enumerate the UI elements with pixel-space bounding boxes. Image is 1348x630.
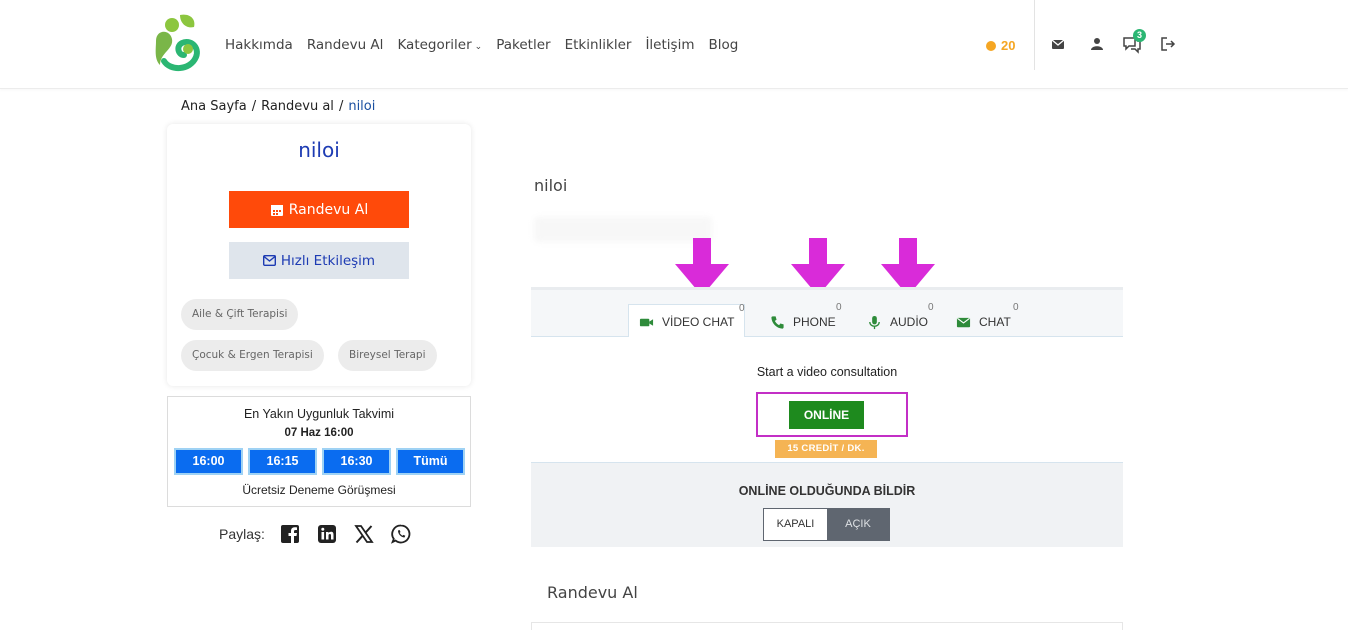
quick-interaction-button[interactable]: Hızlı Etkileşim (229, 242, 409, 279)
nav-item-hakkimda[interactable]: Hakkımda (225, 37, 293, 53)
availability-calendar: En Yakın Uygunluk Takvimi 07 Haz 16:00 1… (167, 396, 471, 507)
toggle-off-option[interactable]: KAPALI (764, 509, 827, 540)
breadcrumb-home[interactable]: Ana Sayfa (181, 99, 247, 114)
logout-icon[interactable] (1158, 34, 1178, 54)
category-tag[interactable]: Bireysel Terapi (338, 340, 437, 371)
credit-balance[interactable]: 20 (986, 38, 1015, 53)
tab-audio-label: AUDİO (890, 315, 929, 329)
appointment-section-frame (531, 622, 1123, 630)
consultation-panel: VİDEO CHAT 0 PHONE 0 AUDİO 0 CHAT 0 Star… (531, 287, 1123, 547)
consultant-title: niloi (534, 176, 568, 195)
site-header: Hakkımda Randevu Al Kategoriler ⌄ Paketle… (0, 0, 1348, 89)
appointment-button-label: Randevu Al (288, 201, 369, 218)
nav-item-paketler[interactable]: Paketler (496, 37, 550, 53)
tab-phone-label: PHONE (793, 315, 836, 329)
credit-rate-badge: 15 CREDİT / DK. (775, 440, 877, 458)
coin-icon (986, 40, 996, 51)
calendar-icon (270, 204, 283, 216)
nav-item-etkinlikler[interactable]: Etkinlikler (565, 37, 632, 53)
time-slot-button[interactable]: 16:15 (248, 448, 317, 475)
breadcrumb-separator: / (251, 99, 257, 114)
profile-name: niloi (298, 138, 340, 162)
availability-date: 07 Haz 16:00 (284, 427, 354, 439)
tab-count: 0 (928, 302, 934, 313)
header-divider (1034, 0, 1035, 70)
nav-item-kategoriler[interactable]: Kategoriler ⌄ (397, 37, 482, 53)
all-slots-button[interactable]: Tümü (396, 448, 465, 475)
logo-icon[interactable] (150, 13, 202, 73)
appointment-section-title: Randevu Al (547, 583, 638, 602)
x-twitter-icon[interactable] (353, 523, 375, 545)
credit-amount: 20 (1001, 38, 1016, 53)
facebook-icon[interactable] (279, 523, 301, 545)
tab-audio[interactable]: AUDİO 0 (867, 302, 934, 340)
main-nav: Hakkımda Randevu Al Kategoriler ⌄ Paketle… (225, 37, 752, 53)
free-trial-note: Ücretsiz Deneme Görüşmesi (242, 483, 396, 497)
tab-chat-label: CHAT (979, 315, 1011, 329)
category-tag[interactable]: Aile & Çift Terapisi (181, 299, 299, 330)
microphone-icon (869, 315, 880, 329)
envelope-icon (956, 317, 971, 327)
envelope-icon (262, 255, 276, 266)
whatsapp-icon[interactable] (390, 523, 412, 545)
chevron-down-icon: ⌄ (474, 42, 483, 52)
share-bar: Paylaş: (219, 523, 427, 545)
online-button[interactable]: ONLİNE (789, 401, 864, 429)
tab-count: 0 (1013, 302, 1019, 313)
consultation-prompt: Start a video consultation (756, 365, 898, 379)
quick-interaction-label: Hızlı Etkileşim (280, 252, 376, 269)
appointment-button[interactable]: Randevu Al (229, 191, 409, 228)
user-icon[interactable] (1087, 34, 1107, 54)
consultation-tabs: VİDEO CHAT 0 PHONE 0 AUDİO 0 CHAT 0 (531, 287, 1123, 340)
breadcrumb-separator: / (338, 99, 344, 114)
notify-section: ONLİNE OLDUĞUNDA BİLDİR KAPALI AÇIK (531, 462, 1123, 547)
share-label: Paylaş: (219, 526, 265, 542)
toggle-on-option[interactable]: AÇIK (826, 509, 889, 540)
tab-video-chat-label: VİDEO CHAT (662, 315, 735, 329)
nav-item-randevu-al[interactable]: Randevu Al (307, 37, 384, 53)
time-slot-button[interactable]: 16:30 (322, 448, 391, 475)
notify-label: ONLİNE OLDUĞUNDA BİLDİR (738, 484, 916, 498)
tab-count: 0 (836, 302, 842, 313)
nav-item-kategoriler-label: Kategoriler (397, 37, 472, 53)
breadcrumb: Ana Sayfa / Randevu al / niloi (181, 99, 375, 114)
tab-chat[interactable]: CHAT 0 (956, 302, 1019, 340)
linkedin-icon[interactable] (316, 523, 338, 545)
nav-item-iletisim[interactable]: İletişim (645, 37, 694, 53)
video-consultation-body: Start a video consultation ONLİNE 15 CRE… (531, 337, 1123, 462)
mail-icon[interactable] (1048, 34, 1068, 54)
nav-item-blog[interactable]: Blog (708, 37, 738, 53)
phone-icon (771, 315, 784, 329)
message-count-badge: 3 (1133, 29, 1146, 42)
category-tag[interactable]: Çocuk & Ergen Terapisi (181, 340, 324, 371)
notify-toggle: KAPALI AÇIK (763, 508, 890, 541)
tab-count: 0 (739, 303, 745, 314)
tab-video-chat[interactable]: VİDEO CHAT 0 (628, 303, 746, 340)
time-slot-button[interactable]: 16:00 (174, 448, 243, 475)
availability-title: En Yakın Uygunluk Takvimi (243, 407, 395, 421)
profile-card: niloi Randevu Al Hızlı Etkileşim Aile & … (167, 124, 471, 386)
tab-phone[interactable]: PHONE 0 (770, 302, 842, 340)
breadcrumb-current: niloi (348, 99, 376, 114)
video-camera-icon (639, 318, 654, 326)
breadcrumb-section[interactable]: Randevu al (261, 99, 334, 114)
